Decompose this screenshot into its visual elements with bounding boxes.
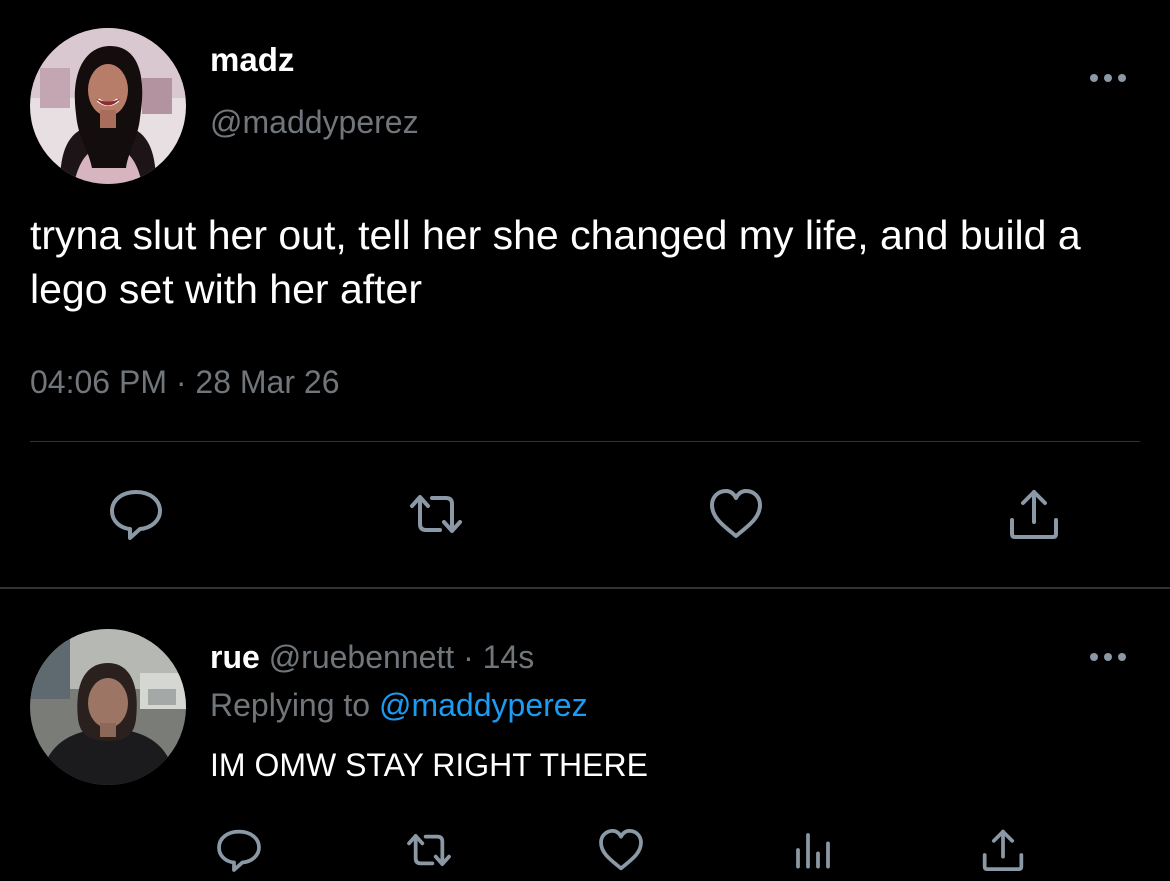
retweet-icon: [407, 833, 451, 867]
like-button[interactable]: [706, 484, 766, 544]
like-button[interactable]: [596, 825, 646, 875]
profile-photo-icon: [30, 629, 186, 785]
main-tweet-handle[interactable]: @maddyperez: [210, 102, 419, 142]
analytics-icon: [796, 833, 830, 869]
reply-tweet-avatar[interactable]: [30, 629, 186, 785]
more-horizontal-icon[interactable]: [1086, 66, 1130, 90]
reply-tweet-header: rue @ruebennett · 14s: [210, 637, 534, 677]
reply-button[interactable]: [106, 484, 166, 544]
main-tweet-display-name[interactable]: madz: [210, 40, 294, 80]
main-tweet: madz @maddyperez tryna slut her out, tel…: [0, 0, 1170, 587]
reply-tweet-handle-time[interactable]: @ruebennett · 14s: [269, 639, 535, 675]
share-icon: [1010, 490, 1058, 539]
share-button[interactable]: [1004, 484, 1064, 544]
analytics-button[interactable]: [788, 825, 838, 875]
heart-icon: [599, 828, 643, 871]
reply-tweet: rue @ruebennett · 14s Replying to @maddy…: [0, 589, 1170, 881]
more-horizontal-icon[interactable]: [1086, 645, 1130, 669]
main-tweet-text: tryna slut her out, tell her she changed…: [30, 212, 1081, 312]
reply-icon: [217, 829, 261, 872]
share-button[interactable]: [978, 825, 1028, 875]
share-icon: [982, 829, 1024, 872]
reply-button[interactable]: [214, 825, 264, 875]
profile-photo-icon: [30, 28, 186, 184]
main-tweet-avatar[interactable]: [30, 28, 186, 184]
heart-icon: [710, 489, 762, 538]
retweet-button[interactable]: [404, 825, 454, 875]
retweet-button[interactable]: [406, 484, 466, 544]
reply-tweet-text: IM OMW STAY RIGHT THERE: [210, 747, 648, 783]
main-tweet-timestamp[interactable]: 04:06 PM · 28 Mar 26: [30, 362, 339, 402]
replying-to-mention-link[interactable]: @maddyperez: [379, 687, 588, 723]
replying-to-label: Replying to: [210, 687, 371, 723]
divider: [30, 441, 1140, 442]
reply-icon: [110, 490, 162, 540]
reply-tweet-display-name[interactable]: rue: [210, 639, 260, 675]
replying-to: Replying to @maddyperez: [210, 685, 588, 725]
retweet-icon: [410, 495, 462, 533]
